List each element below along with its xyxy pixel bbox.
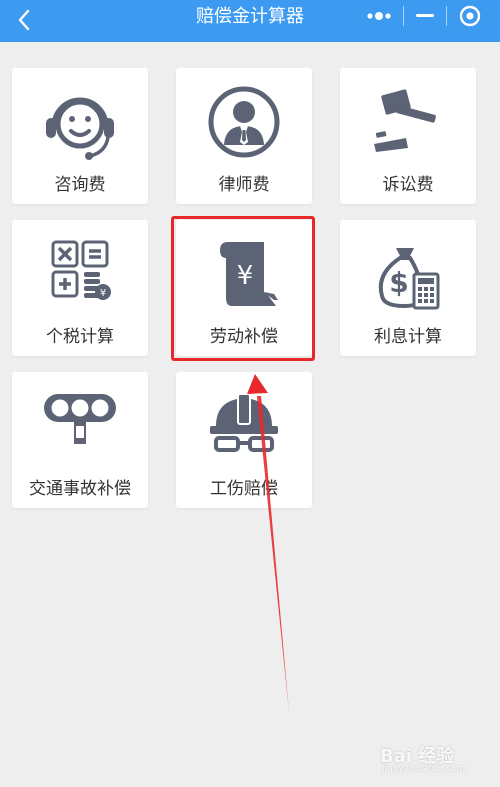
watermark-subtext: jingyan.baidu.com	[382, 764, 466, 774]
annotation-arrow	[247, 374, 289, 712]
baidu-watermark: Bai 经验 jingyan.baidu.com	[380, 738, 496, 778]
